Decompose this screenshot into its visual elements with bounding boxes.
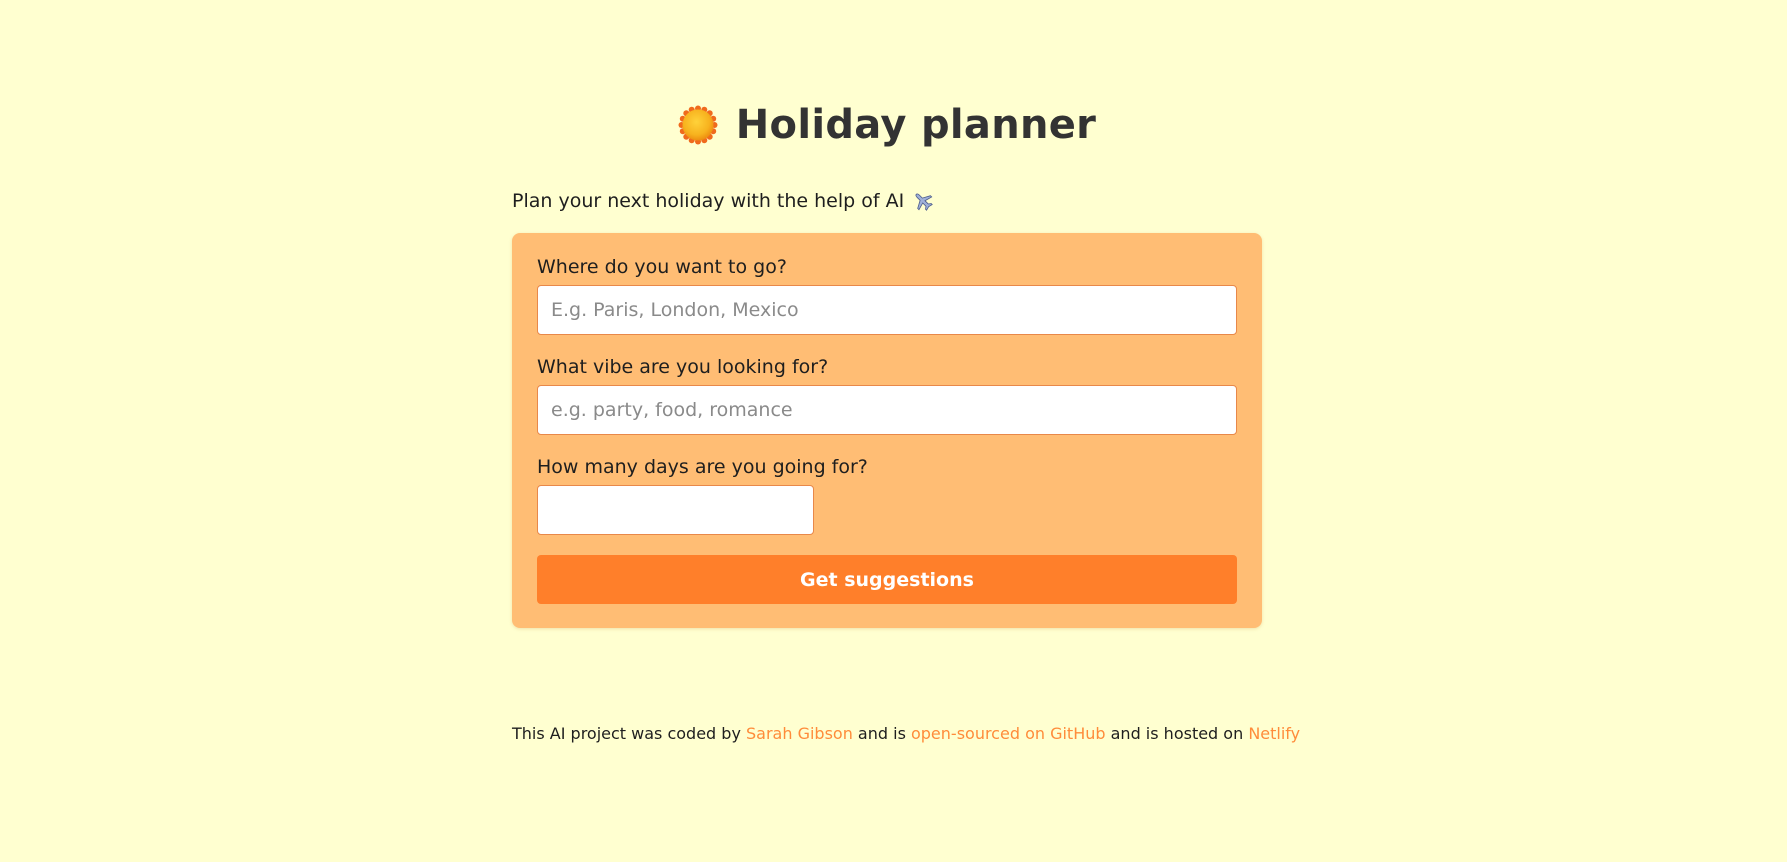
vibe-group: What vibe are you looking for? (537, 355, 1237, 435)
page-header: Holiday planner (512, 100, 1262, 150)
author-link[interactable]: Sarah Gibson (746, 724, 853, 743)
days-input[interactable] (537, 485, 814, 535)
github-link[interactable]: open-sourced on GitHub (911, 724, 1106, 743)
footer-text-1: This AI project was coded by (512, 724, 746, 743)
vibe-label: What vibe are you looking for? (537, 356, 829, 378)
sun-icon (678, 105, 718, 145)
days-label: How many days are you going for? (537, 456, 868, 478)
netlify-link[interactable]: Netlify (1248, 724, 1300, 743)
vibe-input[interactable] (537, 385, 1237, 435)
footer: This AI project was coded by Sarah Gibso… (512, 724, 1300, 743)
get-suggestions-button[interactable]: Get suggestions (537, 555, 1237, 604)
holiday-form: Where do you want to go? What vibe are y… (512, 233, 1262, 628)
destination-group: Where do you want to go? (537, 255, 1237, 335)
footer-text-3: and is hosted on (1105, 724, 1249, 743)
destination-label: Where do you want to go? (537, 256, 787, 278)
footer-text-2: and is (852, 724, 911, 743)
subtitle: Plan your next holiday with the help of … (512, 188, 1262, 214)
subtitle-text: Plan your next holiday with the help of … (512, 190, 905, 212)
page-title: Holiday planner (735, 102, 1097, 148)
page-container: Holiday planner Plan your next holiday w… (512, 0, 1300, 743)
destination-input[interactable] (537, 285, 1237, 335)
airplane-icon (912, 190, 934, 212)
days-group: How many days are you going for? (537, 455, 1237, 535)
